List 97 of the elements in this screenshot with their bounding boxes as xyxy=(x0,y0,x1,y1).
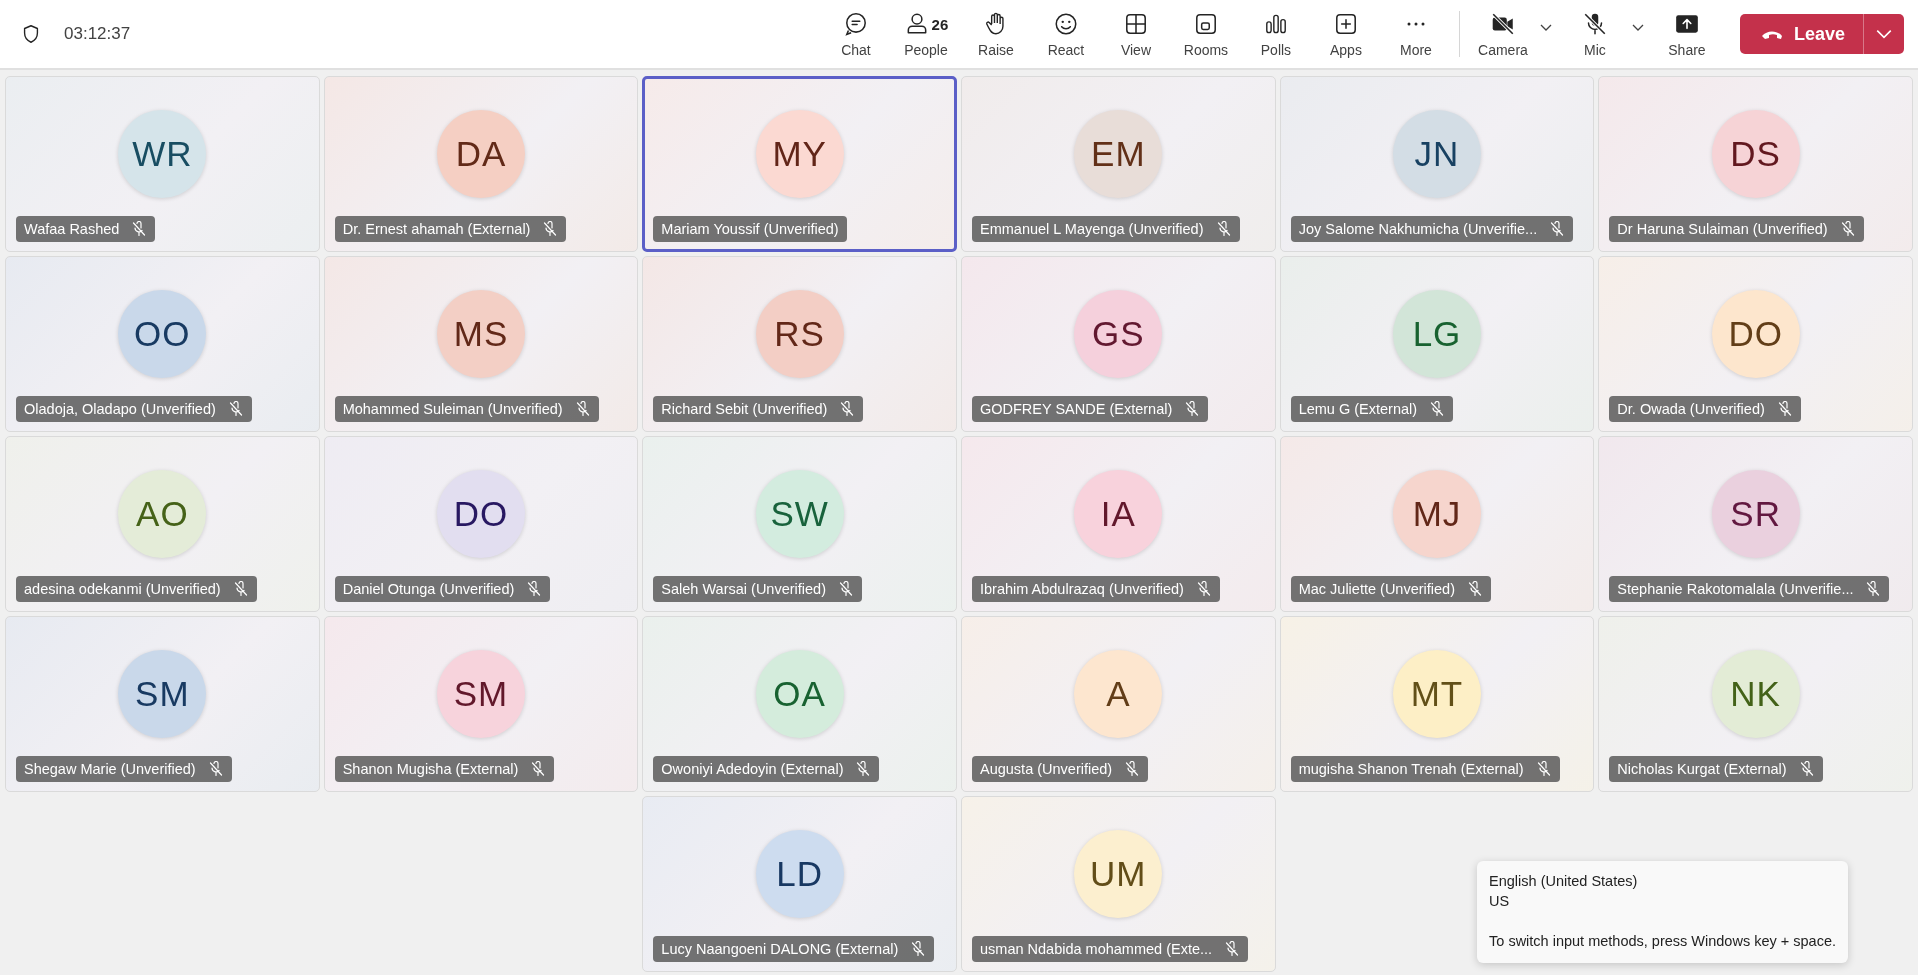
initials-avatar: SW xyxy=(755,470,844,558)
participant-name: Oladoja, Oladapo (Unverified) xyxy=(24,401,216,417)
participant-tile[interactable]: A Augusta (Unverified) xyxy=(961,616,1276,792)
initials-avatar: JN xyxy=(1393,110,1481,198)
participant-tile[interactable]: MJ Mac Juliette (Unverified) xyxy=(1279,436,1595,612)
participant-tile[interactable]: MT mugisha Shanon Trenah (External) xyxy=(1279,616,1595,792)
participant-tile[interactable]: WR Wafaa Rashed xyxy=(5,76,320,252)
participant-name: Dr. Ernest ahamah (External) xyxy=(342,221,531,237)
more-button[interactable]: More xyxy=(1380,4,1451,64)
participant-name: Daniel Otunga (Unverified) xyxy=(342,581,515,597)
participant-name: Shegaw Marie (Unverified) xyxy=(24,761,196,777)
initials-avatar: AO xyxy=(118,470,207,558)
participant-name: Emmanuel L Mayenga (Unverified) xyxy=(980,221,1204,237)
initials-avatar: WR xyxy=(118,110,207,198)
initials-avatar: OA xyxy=(755,650,844,738)
participant-name: Dr Haruna Sulaiman (Unverified) xyxy=(1617,221,1828,237)
initials-avatar: EM xyxy=(1074,110,1163,198)
participant-name: Shanon Mugisha (External) xyxy=(342,761,519,777)
initials-avatar: SR xyxy=(1711,470,1800,558)
chat-icon xyxy=(842,11,869,37)
participant-tile[interactable]: DO Dr. Owada (Unverified) xyxy=(1598,256,1913,432)
react-button[interactable]: React xyxy=(1030,4,1101,64)
participant-tile[interactable]: GS GODFREY SANDE (External) xyxy=(961,256,1276,432)
participant-tile[interactable]: AO adesina odekanmi (Unverified) xyxy=(5,436,320,612)
participant-name: mugisha Shanon Trenah (External) xyxy=(1298,761,1524,777)
participant-tile[interactable]: OA Owoniyi Adedoyin (External) xyxy=(642,616,957,792)
participant-name: Dr. Owada (Unverified) xyxy=(1617,401,1765,417)
participant-tile[interactable]: IA Ibrahim Abdulrazaq (Unverified) xyxy=(961,436,1276,612)
participant-name: Ibrahim Abdulrazaq (Unverified) xyxy=(980,581,1184,597)
initials-avatar: DO xyxy=(1711,290,1800,378)
participant-name: Lucy Naangoeni DALONG (External) xyxy=(661,941,899,957)
camera-button[interactable]: Camera xyxy=(1467,4,1538,64)
participant-tile[interactable]: RS Richard Sebit (Unverified) xyxy=(642,256,957,432)
initials-avatar: RS xyxy=(755,290,844,378)
participant-tile[interactable]: DS Dr Haruna Sulaiman (Unverified) xyxy=(1598,76,1913,252)
participant-name: Joy Salome Nakhumicha (Unverifie... xyxy=(1298,221,1538,237)
initials-avatar: SM xyxy=(118,650,207,738)
participant-name: adesina odekanmi (Unverified) xyxy=(24,581,221,597)
initials-avatar: MT xyxy=(1393,650,1481,738)
apps-button[interactable]: Apps xyxy=(1310,4,1381,64)
participant-name: Richard Sebit (Unverified) xyxy=(661,401,828,417)
participant-name: Saleh Warsai (Unverified) xyxy=(661,581,826,597)
participant-name: Owoniyi Adedoyin (External) xyxy=(661,761,844,777)
meeting-timer: 03:12:37 xyxy=(64,24,131,44)
participant-tile[interactable]: SM Shanon Mugisha (External) xyxy=(323,616,639,792)
initials-avatar: MJ xyxy=(1393,470,1481,558)
participant-name: Wafaa Rashed xyxy=(24,221,120,237)
initials-avatar: LG xyxy=(1393,290,1481,378)
participant-name: Augusta (Unverified) xyxy=(980,761,1113,777)
initials-avatar: SM xyxy=(437,650,525,738)
participant-tile[interactable]: LD Lucy Naangoeni DALONG (External) xyxy=(642,796,957,972)
participant-tile[interactable]: MS Mohammed Suleiman (Unverified) xyxy=(323,256,639,432)
tooltip-language: English (United States) xyxy=(1489,872,1639,891)
participant-tile[interactable]: SW Saleh Warsai (Unverified) xyxy=(642,436,957,612)
initials-avatar: DO xyxy=(437,470,525,558)
participant-tile[interactable]: EM Emmanuel L Mayenga (Unverified) xyxy=(961,76,1276,252)
participant-tile[interactable]: JN Joy Salome Nakhumicha (Unverifie... xyxy=(1279,76,1595,252)
initials-avatar: MS xyxy=(437,290,525,378)
initials-avatar: DA xyxy=(437,110,525,198)
participant-tile[interactable]: SM Shegaw Marie (Unverified) xyxy=(5,616,320,792)
participant-name: Mariam Youssif (Unverified) xyxy=(661,221,839,237)
participant-tile[interactable]: NK Nicholas Kurgat (External) xyxy=(1598,616,1913,792)
participant-name: Lemu G (External) xyxy=(1298,401,1418,417)
participant-name: Mac Juliette (Unverified) xyxy=(1298,581,1455,597)
participant-name: Mohammed Suleiman (Unverified) xyxy=(342,401,563,417)
view-button[interactable]: View xyxy=(1100,4,1171,64)
participant-tile[interactable]: OO Oladoja, Oladapo (Unverified) xyxy=(5,256,320,432)
rooms-button[interactable]: Rooms xyxy=(1170,4,1241,64)
participant-name: usman Ndabida mohammed (Exte... xyxy=(980,941,1213,957)
initials-avatar: IA xyxy=(1074,470,1163,558)
tooltip-hint: To switch input methods, press Windows key + space. xyxy=(1489,932,1836,951)
initials-avatar: UM xyxy=(1074,830,1163,918)
participant-name: GODFREY SANDE (External) xyxy=(980,401,1173,417)
people-button[interactable]: 26 People xyxy=(890,4,961,64)
participant-tile[interactable]: DO Daniel Otunga (Unverified) xyxy=(323,436,639,612)
participant-name: Nicholas Kurgat (External) xyxy=(1617,761,1787,777)
people-count: 26 xyxy=(931,15,949,33)
polls-button[interactable]: Polls xyxy=(1240,4,1311,64)
raise-button[interactable]: Raise xyxy=(960,4,1031,64)
initials-avatar: DS xyxy=(1711,110,1800,198)
participant-tile[interactable]: LG Lemu G (External) xyxy=(1279,256,1595,432)
initials-avatar: GS xyxy=(1074,290,1163,378)
initials-avatar: NK xyxy=(1711,650,1800,738)
initials-avatar: OO xyxy=(118,290,207,378)
participant-tile[interactable]: MY Mariam Youssif (Unverified) xyxy=(642,76,957,252)
participant-name: Stephanie Rakotomalala (Unverifie... xyxy=(1617,581,1854,597)
participant-tile[interactable]: SR Stephanie Rakotomalala (Unverifie... xyxy=(1598,436,1913,612)
participant-tile[interactable]: UM usman Ndabida mohammed (Exte... xyxy=(961,796,1276,972)
share-button[interactable]: Share xyxy=(1651,4,1722,64)
initials-avatar: LD xyxy=(755,830,844,918)
leave-button[interactable]: Leave xyxy=(1739,14,1864,54)
initials-avatar: MY xyxy=(755,110,844,198)
mic-button[interactable]: Mic xyxy=(1559,4,1630,64)
tooltip-layout: US xyxy=(1489,892,1511,911)
participant-tile[interactable]: DA Dr. Ernest ahamah (External) xyxy=(323,76,639,252)
initials-avatar: A xyxy=(1074,650,1163,738)
chat-button[interactable]: Chat xyxy=(820,4,891,64)
